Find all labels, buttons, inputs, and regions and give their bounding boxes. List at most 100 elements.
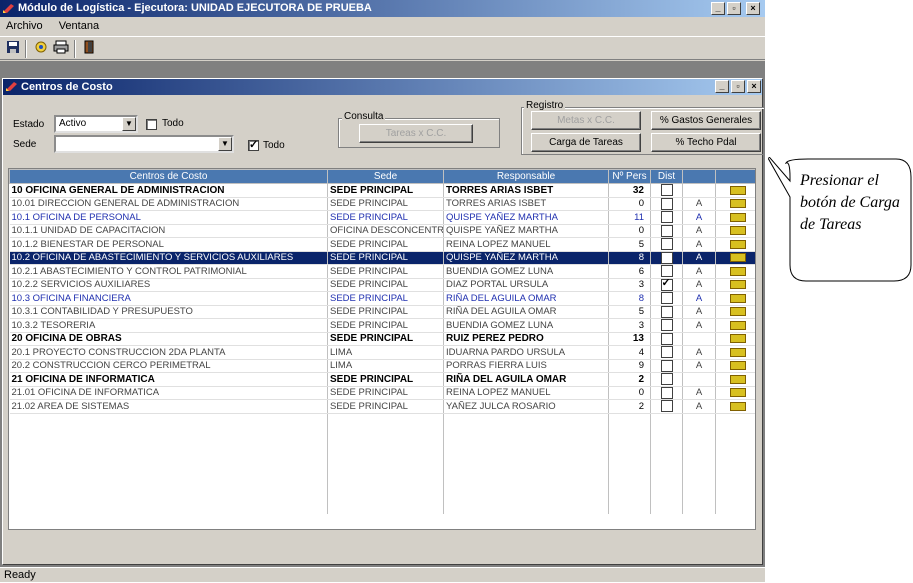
child-close-button[interactable]: × bbox=[747, 80, 761, 93]
cell-n-pers: 6 bbox=[608, 264, 651, 279]
cost-centers-grid[interactable]: Centros de Costo Sede Responsable Nº Per… bbox=[8, 168, 756, 530]
exit-door-icon[interactable] bbox=[80, 40, 98, 58]
edit-icon[interactable] bbox=[729, 212, 746, 222]
dist-checkbox[interactable] bbox=[660, 346, 673, 359]
cell-sede: LIMA bbox=[327, 359, 444, 373]
cell-responsable: REINA LOPEZ MANUEL bbox=[443, 386, 609, 400]
cell-sede: SEDE PRINCIPAL bbox=[327, 264, 444, 279]
table-row[interactable]: 10.2.1 ABASTECIMIENTO Y CONTROL PATRIMON… bbox=[9, 264, 755, 279]
cell-dist bbox=[650, 372, 683, 387]
col-n-pers[interactable]: Nº Pers bbox=[608, 169, 651, 184]
maximize-button[interactable]: ▫ bbox=[727, 2, 741, 15]
tareas-x-cc-button[interactable]: Tareas x C.C. bbox=[359, 124, 473, 143]
toolbar bbox=[0, 36, 765, 60]
edit-icon[interactable] bbox=[729, 334, 746, 344]
minimize-button[interactable]: _ bbox=[711, 2, 725, 15]
edit-icon[interactable] bbox=[729, 293, 746, 303]
cell-centro-costo: 21.01 OFICINA DE INFORMATICA bbox=[9, 386, 328, 400]
dist-checkbox[interactable] bbox=[660, 211, 673, 224]
col-x[interactable] bbox=[682, 169, 716, 184]
table-row[interactable]: 21.01 OFICINA DE INFORMATICA SEDE PRINCIP… bbox=[9, 386, 755, 400]
col-dist[interactable]: Dist bbox=[650, 169, 683, 184]
edit-icon[interactable] bbox=[729, 253, 746, 263]
child-maximize-button[interactable]: ▫ bbox=[731, 80, 745, 93]
edit-icon[interactable] bbox=[729, 320, 746, 330]
todo-sede-checkbox[interactable] bbox=[248, 138, 259, 151]
empty-cell bbox=[9, 463, 328, 476]
todo-estado-checkbox[interactable] bbox=[146, 119, 157, 130]
table-row[interactable]: 10 OFICINA GENERAL DE ADMINISTRACION SEDE… bbox=[9, 183, 755, 198]
edit-icon[interactable] bbox=[729, 374, 746, 384]
menu-archivo[interactable]: Archivo bbox=[6, 20, 43, 32]
edit-icon[interactable] bbox=[729, 185, 746, 195]
dist-checkbox[interactable] bbox=[660, 373, 673, 386]
child-window-title: Centros de Costo bbox=[3, 79, 762, 95]
dist-checkbox[interactable] bbox=[660, 224, 673, 237]
dist-checkbox[interactable] bbox=[660, 386, 673, 399]
table-row[interactable]: 20 OFICINA DE OBRAS SEDE PRINCIPAL RUIZ PE… bbox=[9, 332, 755, 346]
edit-icon[interactable] bbox=[729, 280, 746, 290]
col-sede[interactable]: Sede bbox=[327, 169, 444, 184]
print-icon[interactable] bbox=[52, 40, 70, 58]
save-icon[interactable] bbox=[4, 40, 22, 58]
table-row[interactable]: 10.3.2 TESORERIA SEDE PRINCIPAL BUENDIA GO… bbox=[9, 318, 755, 333]
empty-cell bbox=[682, 451, 716, 464]
carga-de-tareas-button[interactable]: Carga de Tareas bbox=[531, 133, 641, 152]
dist-checkbox[interactable] bbox=[660, 251, 673, 264]
preview-icon[interactable] bbox=[33, 40, 51, 58]
table-row[interactable]: 10.2.2 SERVICIOS AUXILIARES SEDE PRINCIPA… bbox=[9, 278, 755, 292]
gastos-generales-button[interactable]: % Gastos Generales bbox=[651, 111, 761, 130]
sede-select[interactable]: ▼ bbox=[54, 135, 234, 153]
table-row[interactable]: 10.3.1 CONTABILIDAD Y PRESUPUESTO SEDE PR… bbox=[9, 305, 755, 319]
chevron-down-icon[interactable]: ▼ bbox=[122, 117, 136, 131]
metas-x-cc-button[interactable]: Metas x C.C. bbox=[531, 111, 641, 130]
techo-pdal-button[interactable]: % Techo Pdal bbox=[651, 133, 761, 152]
estado-select[interactable]: Activo ▼ bbox=[54, 115, 138, 133]
table-row[interactable]: 20.1 PROYECTO CONSTRUCCION 2DA PLANTA LIM… bbox=[9, 345, 755, 360]
dist-checkbox[interactable] bbox=[660, 184, 673, 197]
table-row[interactable]: 10.01 DIRECCION GENERAL DE ADMINISTRACIO… bbox=[9, 197, 755, 211]
edit-icon[interactable] bbox=[729, 307, 746, 317]
empty-cell bbox=[608, 451, 651, 464]
table-row[interactable]: 10.3 OFICINA FINANCIERA SEDE PRINCIPAL RIÑ… bbox=[9, 291, 755, 306]
dist-checkbox[interactable] bbox=[660, 305, 673, 318]
edit-icon[interactable] bbox=[729, 361, 746, 371]
dist-checkbox[interactable] bbox=[660, 292, 673, 305]
close-button[interactable]: × bbox=[746, 2, 760, 15]
dist-checkbox[interactable] bbox=[660, 332, 673, 345]
edit-icon[interactable] bbox=[729, 199, 746, 209]
col-centros-de-costo[interactable]: Centros de Costo bbox=[9, 169, 328, 184]
col-edit[interactable] bbox=[715, 169, 755, 184]
edit-icon[interactable] bbox=[729, 226, 746, 236]
cell-edit bbox=[715, 332, 755, 346]
table-row[interactable]: 10.1.2 BIENESTAR DE PERSONAL SEDE PRINCIP… bbox=[9, 237, 755, 252]
edit-icon[interactable] bbox=[729, 388, 746, 398]
table-row[interactable]: 10.2 OFICINA DE ABASTECIMIENTO Y SERVICI… bbox=[9, 251, 755, 265]
cell-responsable: RIÑA DEL AGUILA OMAR bbox=[443, 305, 609, 319]
dist-checkbox[interactable] bbox=[660, 319, 673, 332]
empty-cell bbox=[443, 488, 609, 501]
dist-checkbox[interactable] bbox=[660, 400, 673, 413]
child-minimize-button[interactable]: _ bbox=[715, 80, 729, 93]
chevron-down-icon[interactable]: ▼ bbox=[218, 137, 232, 151]
edit-icon[interactable] bbox=[729, 239, 746, 249]
empty-cell bbox=[715, 426, 755, 439]
table-row[interactable]: 20.2 CONSTRUCCION CERCO PERIMETRAL LIMA PO… bbox=[9, 359, 755, 373]
table-row[interactable]: 21 OFICINA DE INFORMATICA SEDE PRINCIPAL R… bbox=[9, 372, 755, 387]
cell-sede: SEDE PRINCIPAL bbox=[327, 251, 444, 265]
edit-icon[interactable] bbox=[729, 347, 746, 357]
dist-checkbox[interactable] bbox=[660, 278, 673, 291]
cell-responsable: QUISPE YAÑEZ MARTHA bbox=[443, 251, 609, 265]
dist-checkbox[interactable] bbox=[660, 238, 673, 251]
edit-icon[interactable] bbox=[729, 266, 746, 276]
dist-checkbox[interactable] bbox=[660, 359, 673, 372]
dist-checkbox[interactable] bbox=[660, 265, 673, 278]
menu-ventana[interactable]: Ventana bbox=[59, 20, 99, 32]
edit-icon[interactable] bbox=[729, 401, 746, 411]
table-row[interactable]: 10.1.1 UNIDAD DE CAPACITACION OFICINA DES… bbox=[9, 224, 755, 238]
table-row[interactable]: 21.02 AREA DE SISTEMAS SEDE PRINCIPAL YAÑE… bbox=[9, 399, 755, 414]
empty-cell bbox=[608, 426, 651, 439]
col-responsable[interactable]: Responsable bbox=[443, 169, 609, 184]
dist-checkbox[interactable] bbox=[660, 197, 673, 210]
table-row[interactable]: 10.1 OFICINA DE PERSONAL SEDE PRINCIPAL QU… bbox=[9, 210, 755, 225]
